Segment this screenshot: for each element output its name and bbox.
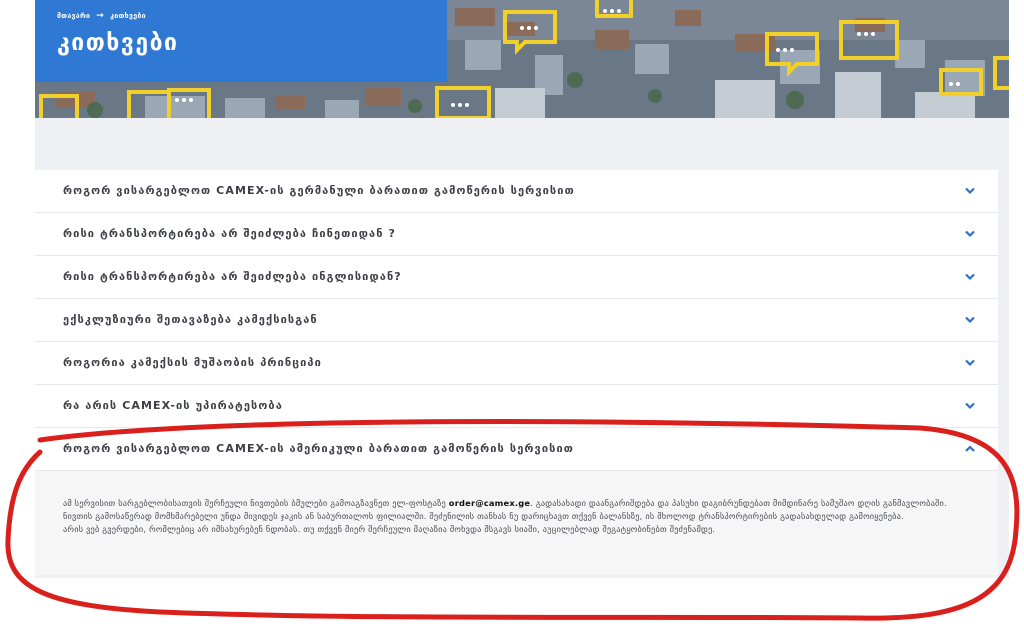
faq-item-working-principle[interactable]: როგორია კამექსის მუშაობის პრინციპი	[35, 342, 998, 385]
faq-question: რისი ტრანსპორტირება არ შეიძლება ინგლისიდ…	[63, 270, 402, 283]
breadcrumb-current: კითხვები	[110, 12, 146, 20]
chevron-down-icon[interactable]	[964, 186, 976, 196]
faq-question: რა არის CAMEX-ის უპირატესობა	[63, 399, 283, 412]
faq-item-exclusive-offer[interactable]: ექსკლუზიური შეთავაზება კამექსისგან	[35, 299, 998, 342]
faq-answer-text: ამ სერვისით სარგებლობისათვის შერჩეული ნი…	[63, 498, 947, 521]
chevron-down-icon[interactable]	[964, 229, 976, 239]
faq-answer-note: არის ვებ გვერდები, რომლებიც არ იმსახურებ…	[63, 524, 716, 534]
hero-title-panel: მთავარი → კითხვები კითხვები	[35, 0, 447, 82]
faq-item-american-card-service[interactable]: როგორ ვისარგებლოთ CAMEX-ის ამერიკული ბარ…	[35, 428, 998, 471]
chevron-down-icon[interactable]	[964, 272, 976, 282]
chevron-down-icon[interactable]	[964, 315, 976, 325]
faq-question: რისი ტრანსპორტირება არ შეიძლება ჩინეთიდა…	[63, 227, 396, 240]
faq-answer-panel: ამ სერვისით სარგებლობისათვის შერჩეული ნი…	[35, 471, 998, 575]
faq-item-england-restricted[interactable]: რისი ტრანსპორტირება არ შეიძლება ინგლისიდ…	[35, 256, 998, 299]
hero-banner: მთავარი → კითხვები კითხვები	[35, 0, 1009, 118]
chevron-down-icon[interactable]	[964, 358, 976, 368]
chevron-down-icon[interactable]	[964, 401, 976, 411]
faq-question: ექსკლუზიური შეთავაზება კამექსისგან	[63, 313, 318, 326]
breadcrumb-arrow-icon: →	[96, 11, 105, 21]
faq-item-china-restricted[interactable]: რისი ტრანსპორტირება არ შეიძლება ჩინეთიდა…	[35, 213, 998, 256]
breadcrumb-home-link[interactable]: მთავარი	[57, 12, 90, 20]
faq-item-german-card-service[interactable]: როგორ ვისარგებლოთ CAMEX-ის გერმანული ბარ…	[35, 170, 998, 213]
faq-question: როგორ ვისარგებლოთ CAMEX-ის ამერიკული ბარ…	[63, 442, 575, 455]
faq-question: როგორია კამექსის მუშაობის პრინციპი	[63, 356, 322, 369]
faq-item-advantages[interactable]: რა არის CAMEX-ის უპირატესობა	[35, 385, 998, 428]
breadcrumb: მთავარი → კითხვები	[57, 11, 146, 21]
chevron-up-icon[interactable]	[964, 444, 976, 454]
faq-question: როგორ ვისარგებლოთ CAMEX-ის გერმანული ბარ…	[63, 184, 575, 197]
page-title: კითხვები	[57, 30, 179, 56]
order-email-link[interactable]: order@camex.ge	[449, 498, 530, 508]
faq-accordion: როგორ ვისარგებლოთ CAMEX-ის გერმანული ბარ…	[35, 170, 998, 575]
